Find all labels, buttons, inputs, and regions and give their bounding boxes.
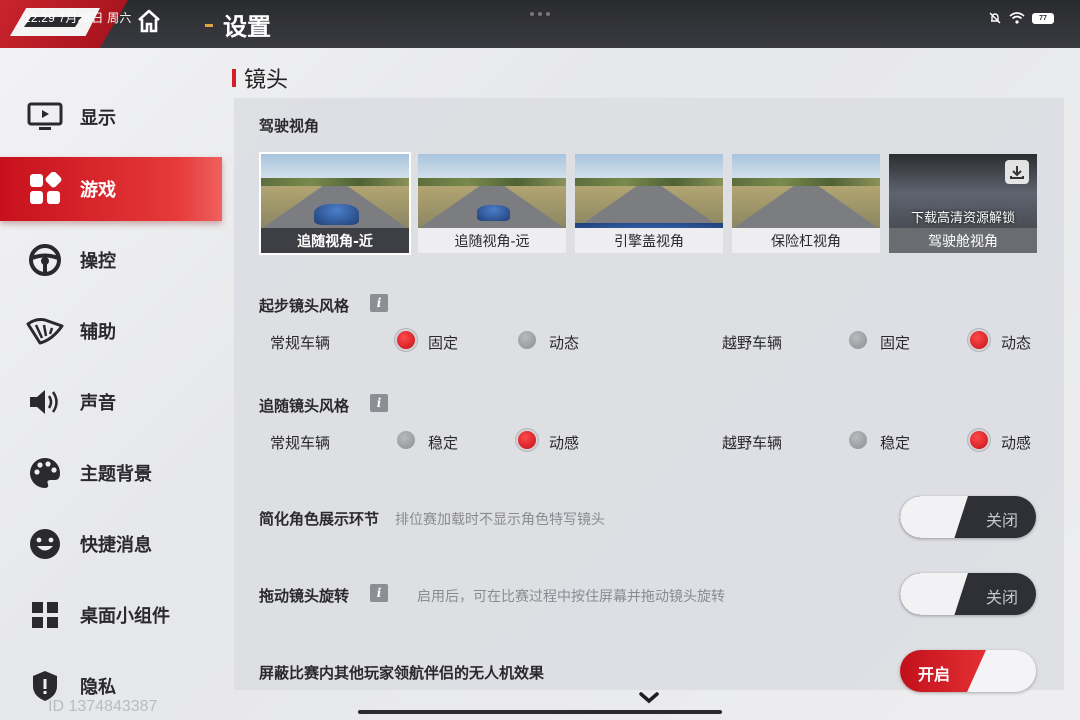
- chevron-down-icon: [639, 692, 659, 704]
- camera-settings-panel: 驾驶视角 追随视角-近 追随视角-远 引擎盖视角 保险杠视角 下载高清资源解锁 …: [234, 98, 1064, 692]
- simplify-intro-toggle[interactable]: 关闭: [900, 496, 1036, 538]
- radio-start-regular-dynamic[interactable]: [518, 331, 536, 349]
- simplify-intro-label: 简化角色展示环节: [259, 510, 380, 528]
- radio-follow-offroad-stable[interactable]: [849, 431, 867, 449]
- sidebar-item-label: 桌面小组件: [80, 606, 170, 627]
- sidebar-item-game[interactable]: 游戏: [0, 157, 222, 221]
- sidebar-item-label: 游戏: [80, 180, 116, 201]
- download-icon: [1010, 166, 1024, 179]
- sidebar-item-controls[interactable]: 操控: [0, 228, 222, 292]
- driving-view-label: 驾驶视角: [259, 117, 320, 135]
- home-button[interactable]: [134, 6, 164, 36]
- monitor-icon: [27, 102, 63, 130]
- option-label: 稳定: [428, 434, 459, 452]
- sidebar: 显示 游戏 操控 辅助 声音 主题背景 快捷消息 桌面小组件 隐私: [0, 48, 222, 720]
- cam-option-hood[interactable]: 引擎盖视角: [573, 152, 725, 255]
- status-icons: 77: [988, 11, 1054, 25]
- sidebar-item-theme[interactable]: 主题背景: [0, 441, 222, 505]
- status-time: 12:29 7月25日 周六: [24, 11, 132, 25]
- radio-start-regular-fixed[interactable]: [397, 331, 415, 349]
- home-indicator[interactable]: [358, 710, 722, 714]
- radio-follow-offroad-dynamic[interactable]: [970, 431, 988, 449]
- hide-drone-label: 屏蔽比赛内其他玩家领航伴侣的无人机效果: [259, 664, 545, 682]
- sidebar-item-quick-messages[interactable]: 快捷消息: [0, 512, 222, 576]
- option-label: 动态: [1001, 334, 1032, 352]
- toggle-label: 关闭: [985, 588, 1018, 607]
- option-label: 动感: [549, 434, 580, 452]
- cam-option-caption: 保险杠视角: [732, 228, 880, 253]
- sidebar-item-label: 隐私: [80, 677, 116, 698]
- sidebar-item-label: 快捷消息: [80, 535, 152, 556]
- speaker-icon: [30, 390, 58, 414]
- drag-rotate-label: 拖动镜头旋转: [259, 587, 350, 605]
- drag-rotate-toggle[interactable]: 关闭: [900, 573, 1036, 615]
- section-title: 镜头: [244, 68, 289, 93]
- cam-option-caption: 追随视角-近: [261, 228, 409, 253]
- follow-offroad-label: 越野车辆: [722, 434, 783, 452]
- wifi-icon: [1009, 12, 1025, 24]
- driving-view-options: 追随视角-近 追随视角-远 引擎盖视角 保险杠视角 下载高清资源解锁 驾驶舱视角: [259, 152, 1039, 255]
- simplify-intro-hint: 排位赛加载时不显示角色特写镜头: [395, 512, 605, 528]
- hide-drone-toggle[interactable]: 开启: [900, 650, 1036, 692]
- follow-camera-label: 追随镜头风格: [259, 397, 350, 415]
- sidebar-item-label: 操控: [80, 251, 116, 272]
- option-label: 动感: [1001, 434, 1032, 452]
- sidebar-item-label: 辅助: [80, 322, 116, 343]
- page-title: 设置: [223, 13, 271, 41]
- cam-option-caption: 驾驶舱视角: [889, 228, 1037, 253]
- sidebar-item-sound[interactable]: 声音: [0, 370, 222, 434]
- download-button[interactable]: [1005, 160, 1029, 184]
- info-icon[interactable]: i: [370, 394, 388, 412]
- assist-icon: [26, 318, 64, 345]
- widgets-icon: [32, 602, 58, 628]
- start-offroad-label: 越野车辆: [722, 334, 783, 352]
- home-icon: [138, 9, 160, 33]
- sidebar-item-label: 主题背景: [80, 464, 152, 485]
- toggle-label: 开启: [918, 665, 951, 684]
- unlock-hint: 下载高清资源解锁: [910, 211, 1015, 226]
- grid-game-icon: [30, 172, 62, 204]
- radio-start-offroad-dynamic[interactable]: [970, 331, 988, 349]
- battery-indicator: 77: [1032, 12, 1054, 24]
- option-label: 稳定: [880, 434, 911, 452]
- option-label: 固定: [428, 334, 459, 352]
- section-header: 镜头: [232, 62, 288, 94]
- radio-follow-regular-dynamic[interactable]: [518, 431, 536, 449]
- smiley-icon: [30, 529, 60, 559]
- start-regular-label: 常规车辆: [270, 334, 331, 352]
- follow-regular-label: 常规车辆: [270, 434, 331, 452]
- status-dots: [530, 12, 550, 16]
- info-icon[interactable]: i: [370, 584, 388, 602]
- info-icon[interactable]: i: [370, 294, 388, 312]
- option-label: 动态: [549, 334, 580, 352]
- mute-icon: [989, 12, 1001, 24]
- cam-option-chase-far[interactable]: 追随视角-远: [416, 152, 568, 255]
- radio-start-offroad-fixed[interactable]: [849, 331, 867, 349]
- steering-wheel-icon: [29, 244, 61, 276]
- cam-option-cockpit[interactable]: 下载高清资源解锁 驾驶舱视角: [887, 152, 1039, 255]
- palette-icon: [30, 458, 60, 488]
- user-id: ID 1374843387: [48, 698, 158, 715]
- cam-option-caption: 引擎盖视角: [575, 228, 723, 253]
- cam-option-caption: 追随视角-远: [418, 228, 566, 253]
- radio-follow-regular-stable[interactable]: [397, 431, 415, 449]
- toggle-label: 关闭: [985, 511, 1018, 530]
- start-camera-label: 起步镜头风格: [259, 297, 350, 315]
- cam-option-bumper[interactable]: 保险杠视角: [730, 152, 882, 255]
- sidebar-item-assist[interactable]: 辅助: [0, 299, 222, 363]
- scroll-down-button[interactable]: [638, 690, 660, 709]
- cam-option-chase-near[interactable]: 追随视角-近: [259, 152, 411, 255]
- sidebar-item-label: 声音: [80, 393, 116, 414]
- drag-rotate-hint: 启用后，可在比赛过程中按住屏幕并拖动镜头旋转: [417, 589, 725, 605]
- option-label: 固定: [880, 334, 911, 352]
- sidebar-item-widgets[interactable]: 桌面小组件: [0, 583, 222, 647]
- sidebar-item-display[interactable]: 显示: [0, 85, 222, 149]
- top-bar: 12:29 7月25日 周六 设置 77: [0, 0, 1080, 48]
- sidebar-item-label: 显示: [80, 108, 116, 129]
